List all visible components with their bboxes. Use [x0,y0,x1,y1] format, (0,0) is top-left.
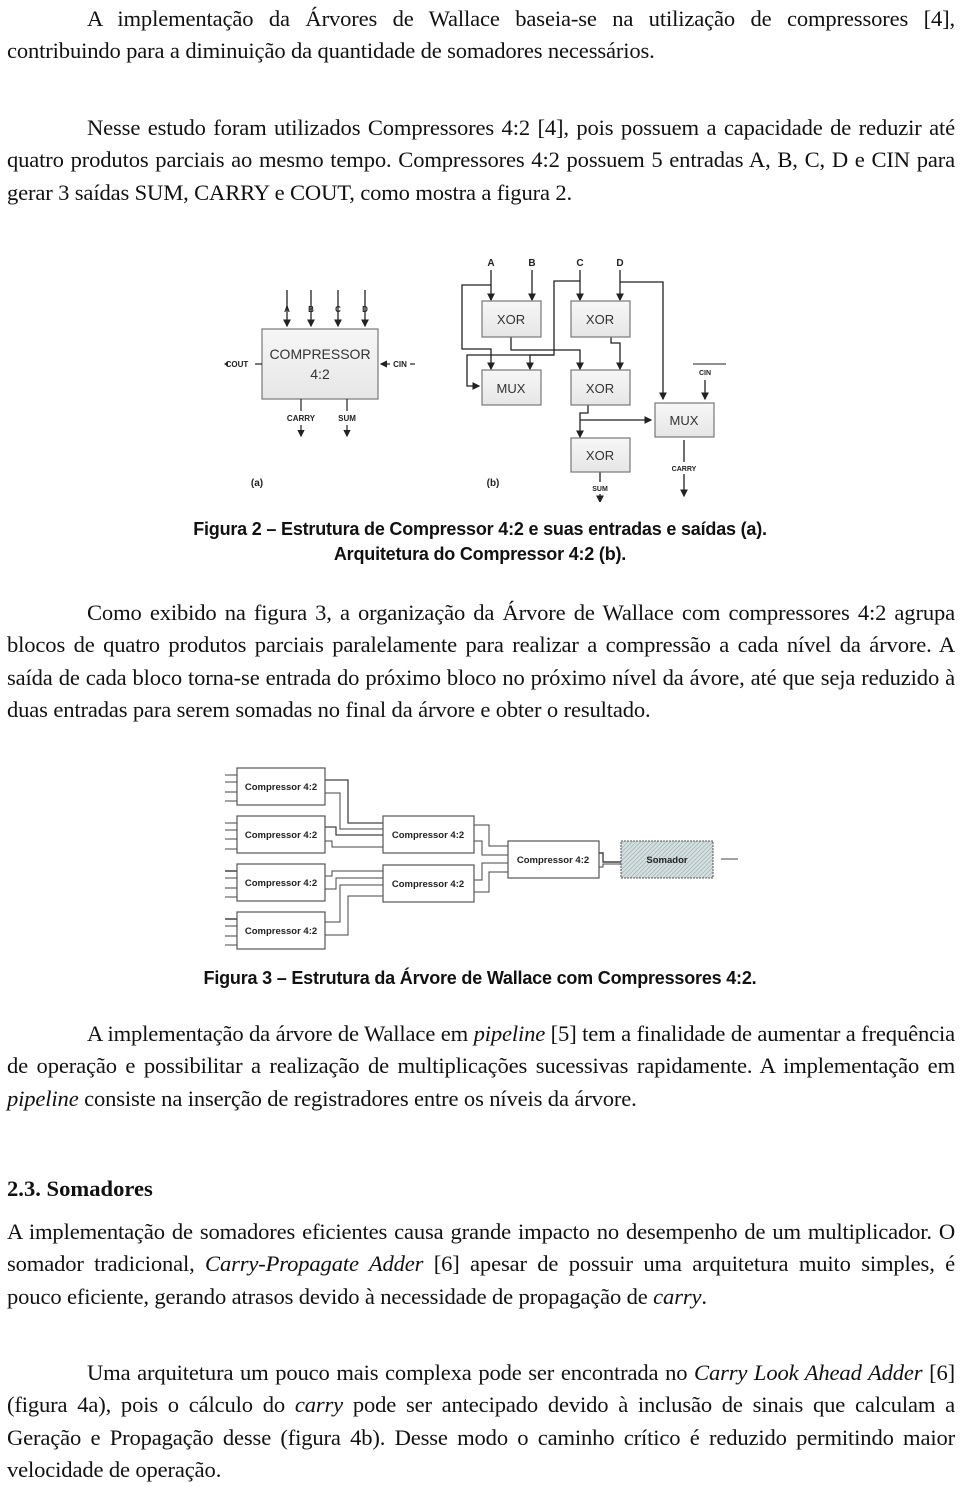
arch-carry-label: CARRY [672,466,697,473]
panel-b-label: (b) [487,478,500,489]
carry-output-label: CARRY [287,414,316,423]
panel-a-label: (a) [251,478,263,489]
compressor-level-3: Compressor 4:2 [507,840,600,879]
input-b-label: B [308,305,314,314]
text-run: consiste na inserção de registradores en… [78,1085,637,1111]
input-c-label: C [335,305,341,314]
paragraph-compressors: Nesse estudo foram utilizados Compressor… [7,115,955,205]
compressor-block-title: COMPRESSOR [269,346,370,362]
input-a-label: A [284,305,290,314]
figure-2b-architecture: A B C D XOR XOR MUX XOR MUX XOR CIN CARR… [461,258,726,502]
emphasis-carry-look-ahead-adder: Carry Look Ahead Adder [694,1360,923,1385]
text-run: A implementação da árvore de Wallace em [87,1021,474,1046]
paragraph-adders: A implementação de somadores eficientes … [7,1216,955,1313]
xor-gate-4-label: XOR [586,448,614,463]
xor-gate-2-label: XOR [586,312,614,327]
xor-gate-1-label: XOR [497,312,525,327]
paragraph-pipeline: A implementação da árvore de Wallace em … [7,1018,955,1115]
adder-label: Somador [646,855,687,866]
emphasis-carry-propagate-adder: Carry-Propagate Adder [205,1251,424,1277]
emphasis-carry: carry [653,1283,702,1309]
paragraph-wallace-intro: A implementação da Árvores de Wallace ba… [7,6,955,64]
figure-3-diagram: Compressor 4:2 Compressor 4:2 Compressor… [225,767,738,950]
figure-2a-compressor-block: A B C D COMPRESSOR 4:2 COUT CIN CARRY SU… [224,290,415,489]
figure-2-caption-line-1: Figura 2 – Estrutura de Compressor 4:2 e… [193,519,767,539]
section-heading-somadores: 2.3. Somadores [7,1176,153,1201]
compressor-label-l3: Compressor 4:2 [517,855,589,866]
figure-3-caption: Figura 3 – Estrutura da Árvore de Wallac… [203,968,757,988]
figure-2-caption-line-2: Arquitetura do Compressor 4:2 (b). [333,544,627,564]
adder-block-group: Somador [620,840,714,879]
compressor-block [261,328,379,400]
text-run: . [701,1283,707,1309]
arch-sum-label: SUM [592,486,608,493]
compressor-label-l2-1: Compressor 4:2 [392,830,464,841]
cout-label: COUT [226,360,249,369]
arch-input-c: C [576,258,583,269]
compressor-label-l1-1: Compressor 4:2 [245,782,317,793]
arch-input-a: A [487,258,494,269]
compressor-label-l1-3: Compressor 4:2 [245,878,317,889]
figure-2-diagram: A B C D COMPRESSOR 4:2 COUT CIN CARRY SU… [224,258,726,502]
compressor-label-l2-2: Compressor 4:2 [392,879,464,890]
emphasis-pipeline: pipeline [473,1021,546,1046]
compressor-label-l1-4: Compressor 4:2 [245,926,317,937]
sum-output-label: SUM [338,414,356,423]
compressor-level-1: Compressor 4:2 Compressor 4:2 Compressor… [236,767,326,950]
compressor-level-2: Compressor 4:2 Compressor 4:2 [382,815,475,903]
arch-input-d: D [616,258,623,269]
xor-gate-3-label: XOR [586,381,614,396]
paragraph-wallace-organization: Como exibido na figura 3, a organização … [7,600,955,723]
mux-2-label: MUX [670,413,699,428]
cin-label: CIN [393,360,407,369]
arch-input-b: B [528,258,535,269]
text-run: Uma arquitetura um pouco mais complexa p… [87,1360,695,1385]
arch-cin-label: CIN [699,370,711,377]
emphasis-carry: carry [294,1392,344,1418]
paragraph-carry-lookahead: Uma arquitetura um pouco mais complexa p… [7,1357,955,1487]
compressor-label-l1-2: Compressor 4:2 [245,830,317,841]
compressor-block-ratio: 4:2 [310,366,330,382]
input-d-label: D [362,305,368,314]
emphasis-pipeline: pipeline [7,1085,79,1111]
mux-1-label: MUX [497,381,526,396]
